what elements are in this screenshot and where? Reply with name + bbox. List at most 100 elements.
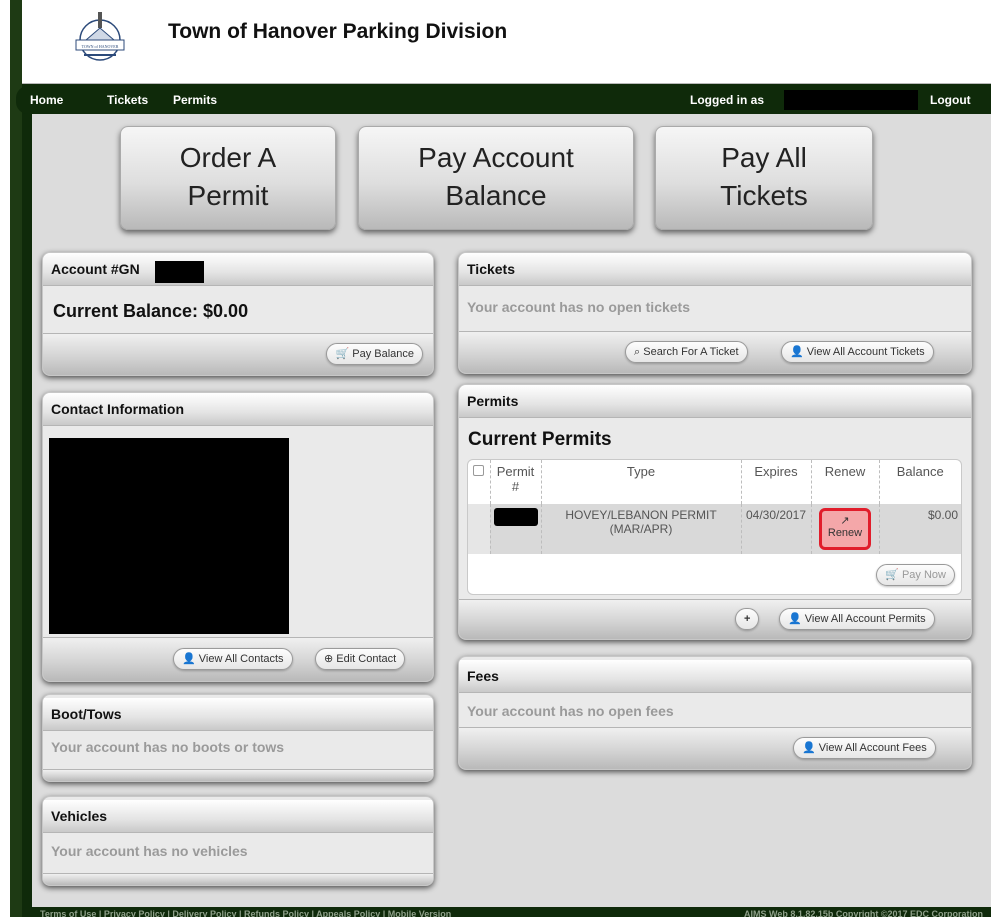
boot-tows-empty: Your account has no boots or tows	[51, 739, 285, 755]
redacted-permit-number	[493, 508, 538, 526]
person-icon: 👤	[790, 346, 804, 358]
row-select-cell	[468, 504, 491, 554]
order-permit-line2: Permit	[187, 180, 269, 211]
pay-balance-label: Pay Balance	[352, 348, 414, 360]
vehicles-title: Vehicles	[51, 808, 108, 824]
nav-tickets[interactable]: Tickets	[107, 93, 148, 107]
pay-balance-line2: Balance	[445, 180, 547, 211]
edit-icon: ⊕	[324, 653, 334, 665]
permits-header: Permits	[459, 385, 971, 418]
permits-footer: + 👤 View All Account Permits	[459, 599, 971, 639]
pay-all-tickets-button[interactable]: Pay All Tickets	[655, 126, 873, 230]
pay-tickets-line2: Tickets	[720, 180, 808, 211]
table-row: HOVEY/LEBANON PERMIT (MAR/APR) 04/30/201…	[468, 504, 961, 554]
search-ticket-button[interactable]: ⌕ Search For A Ticket	[625, 341, 748, 363]
person-icon: 👤	[802, 742, 816, 754]
pay-balance-button[interactable]: 🛒 Pay Balance	[326, 343, 423, 365]
renew-label: Renew	[827, 527, 863, 539]
redacted-username	[784, 90, 918, 110]
edit-contact-button[interactable]: ⊕ Edit Contact	[315, 648, 406, 670]
footer-links[interactable]: Terms of Use | Privacy Policy | Delivery…	[40, 907, 451, 917]
boot-tows-title: Boot/Tows	[51, 706, 122, 722]
view-all-tickets-label: View All Account Tickets	[806, 346, 925, 358]
permit-expires-cell: 04/30/2017	[741, 504, 812, 554]
permit-number-cell	[490, 504, 542, 554]
pay-now-button[interactable]: 🛒 Pay Now	[876, 564, 955, 586]
tickets-header: Tickets	[459, 253, 971, 286]
contact-panel-header: Contact Information	[43, 393, 433, 426]
svg-text:TOWN of HANOVER: TOWN of HANOVER	[82, 44, 119, 49]
nav-logout[interactable]: Logout	[930, 93, 971, 107]
current-permits-heading: Current Permits	[468, 429, 612, 450]
boot-tows-panel: Boot/Tows Your account has no boots or t…	[42, 694, 434, 782]
view-all-contacts-button[interactable]: 👤 View All Contacts	[173, 648, 293, 670]
account-title: Account #GN	[51, 261, 140, 277]
account-panel-footer: 🛒 Pay Balance	[43, 333, 433, 375]
fees-empty: Your account has no open fees	[467, 703, 674, 719]
contact-title: Contact Information	[51, 401, 184, 417]
permits-table-header: Permit # Type Expires Renew Balance	[468, 460, 961, 504]
boot-tows-header: Boot/Tows	[43, 698, 433, 731]
top-navbar: Home Tickets Permits Logged in as Logout	[16, 86, 991, 114]
redacted-account-number	[155, 261, 204, 283]
permit-balance-cell: $0.00	[879, 504, 961, 554]
vehicles-panel: Vehicles Your account has no vehicles	[42, 796, 434, 886]
fees-panel: Fees Your account has no open fees 👤 Vie…	[458, 656, 972, 770]
fees-footer: 👤 View All Account Fees	[459, 727, 971, 769]
search-ticket-label: Search For A Ticket	[643, 346, 739, 358]
col-permit-number: Permit #	[490, 460, 542, 504]
order-permit-line1: Order A	[179, 142, 277, 173]
person-icon: 👤	[788, 613, 802, 625]
vehicles-empty: Your account has no vehicles	[51, 843, 248, 859]
site-title: Town of Hanover Parking Division	[168, 20, 508, 43]
permit-type-cell: HOVEY/LEBANON PERMIT (MAR/APR)	[541, 504, 742, 554]
view-all-fees-label: View All Account Fees	[818, 742, 927, 754]
fees-title: Fees	[467, 668, 499, 684]
renew-button[interactable]: ↗ Renew	[819, 508, 871, 550]
permit-renew-cell: ↗ Renew	[811, 504, 880, 554]
page-footer: Terms of Use | Privacy Policy | Delivery…	[22, 907, 991, 917]
tickets-empty: Your account has no open tickets	[467, 299, 691, 315]
col-expires: Expires	[741, 460, 812, 504]
view-all-permits-label: View All Account Permits	[804, 613, 926, 625]
contact-panel: Contact Information 👤 View All Contacts …	[42, 392, 434, 682]
town-seal-logo: TOWN of HANOVER	[75, 12, 125, 61]
logged-in-label: Logged in as	[690, 93, 765, 107]
person-icon: 👤	[182, 653, 196, 665]
external-link-icon: ↗	[840, 515, 850, 527]
fees-header: Fees	[459, 660, 971, 693]
account-panel: Account #GN Current Balance: $0.00 🛒 Pay…	[42, 252, 434, 376]
add-permit-label: +	[744, 613, 751, 625]
permits-table: Permit # Type Expires Renew Balance HOVE…	[468, 460, 961, 554]
cart-icon: 🛒	[335, 348, 350, 360]
select-all-checkbox[interactable]	[473, 465, 485, 476]
pay-balance-line1: Pay Account	[418, 142, 574, 173]
nav-home[interactable]: Home	[30, 93, 63, 107]
nav-permits[interactable]: Permits	[173, 93, 217, 107]
add-permit-button[interactable]: +	[735, 608, 760, 630]
site-header: TOWN of HANOVER Town of Hanover Parking …	[22, 0, 991, 84]
account-panel-header: Account #GN	[43, 253, 433, 286]
contact-panel-footer: 👤 View All Contacts ⊕ Edit Contact	[43, 637, 433, 681]
view-all-permits-button[interactable]: 👤 View All Account Permits	[779, 608, 935, 630]
col-renew: Renew	[811, 460, 880, 504]
order-permit-button[interactable]: Order A Permit	[120, 126, 336, 230]
permits-table-container: Permit # Type Expires Renew Balance HOVE…	[467, 459, 962, 595]
tickets-footer: ⌕ Search For A Ticket 👤 View All Account…	[459, 331, 971, 373]
view-all-tickets-button[interactable]: 👤 View All Account Tickets	[781, 341, 934, 363]
tickets-panel: Tickets Your account has no open tickets…	[458, 252, 972, 374]
col-balance: Balance	[896, 464, 944, 479]
vehicles-header: Vehicles	[43, 800, 433, 833]
pay-now-label: Pay Now	[901, 569, 946, 581]
vehicles-footer	[43, 873, 433, 885]
cart-icon: 🛒	[885, 569, 899, 581]
view-all-fees-button[interactable]: 👤 View All Account Fees	[793, 737, 936, 759]
pay-balance-big-button[interactable]: Pay Account Balance	[358, 126, 634, 230]
boot-tows-footer	[43, 769, 433, 781]
redacted-contact-details	[49, 438, 289, 634]
pay-tickets-line1: Pay All	[721, 142, 807, 173]
col-type: Type	[541, 460, 742, 504]
permits-panel: Permits Current Permits Permit # Type Ex…	[458, 384, 972, 640]
view-all-contacts-label: View All Contacts	[198, 653, 284, 665]
permits-title: Permits	[467, 393, 519, 409]
